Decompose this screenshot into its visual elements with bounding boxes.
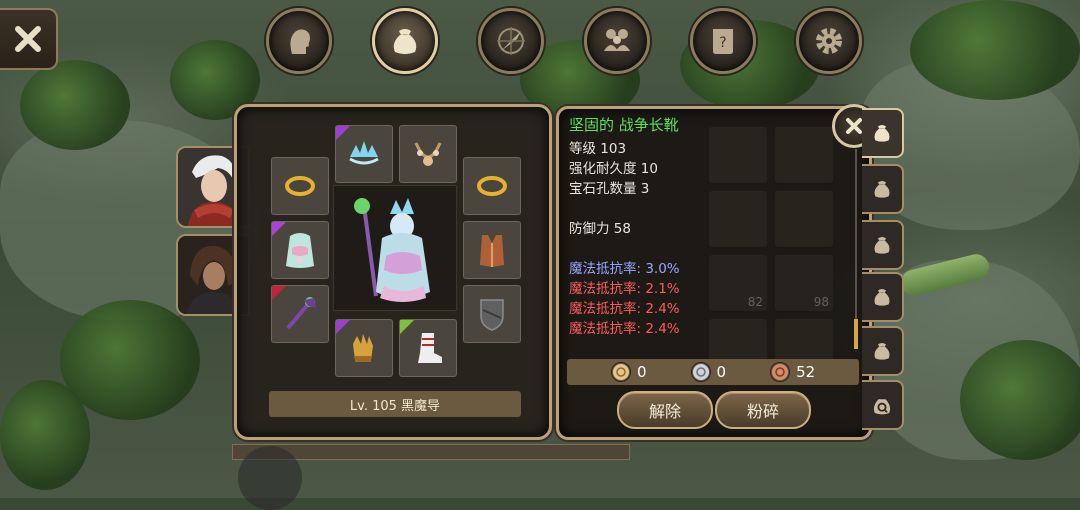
scroll-icon: ? — [713, 29, 733, 54]
ring-icon — [477, 176, 507, 196]
stat-line-red: 魔法抵抗率: 2.1% — [569, 281, 680, 297]
stat-line: 强化耐久度 10 — [569, 161, 658, 177]
staff-icon — [286, 297, 316, 330]
character-level-label: Lv. 105 黑魔导 — [269, 391, 521, 417]
item-name: 坚固的 战争长靴 — [569, 116, 679, 134]
equip-slot-boots[interactable] — [399, 319, 457, 377]
equipment-panel: Lv. 105 黑魔导 — [234, 104, 552, 440]
tab-inventory[interactable] — [372, 8, 438, 74]
tab-party[interactable] — [584, 8, 650, 74]
equip-slot-amulet[interactable] — [399, 125, 457, 183]
tiara-icon — [349, 141, 379, 165]
virtual-joystick[interactable] — [238, 446, 302, 510]
stat-line-red: 魔法抵抗率: 2.4% — [569, 321, 680, 337]
svg-text:?: ? — [719, 35, 726, 51]
gold-coin-icon — [611, 362, 631, 382]
equip-slot-necklace[interactable] — [335, 125, 393, 183]
inventory-search-tab[interactable] — [862, 380, 904, 430]
close-icon — [846, 118, 862, 134]
gloves-icon — [353, 334, 373, 362]
people-icon — [604, 29, 630, 51]
equip-slot-cape[interactable] — [463, 221, 521, 279]
gear-icon — [816, 28, 842, 54]
bag-icon — [874, 237, 890, 254]
head-icon — [290, 29, 310, 54]
boots-icon — [418, 333, 442, 363]
stat-line-blue: 魔法抵抗率: 3.0% — [569, 261, 680, 277]
inventory-tab-4[interactable] — [862, 272, 904, 322]
stat-line: 等级 103 — [569, 141, 627, 157]
equip-slot-armor[interactable] — [271, 221, 329, 279]
bronze-coin-icon — [770, 362, 791, 382]
tab-skills[interactable] — [478, 8, 544, 74]
bronze-amount: 52 — [796, 363, 816, 381]
tab-quests[interactable]: ? — [690, 8, 756, 74]
bag-icon — [874, 343, 890, 360]
stat-line: 宝石孔数量 3 — [569, 181, 650, 197]
unequip-button[interactable]: 解除 — [617, 391, 713, 429]
gold-amount: 0 — [637, 363, 647, 381]
equip-slot-weapon[interactable] — [271, 285, 329, 343]
robe-icon — [286, 233, 314, 268]
equip-slot-ring-right[interactable] — [463, 157, 521, 215]
necklace-icon — [414, 142, 442, 166]
ring-icon — [285, 176, 315, 196]
silver-coin-icon — [690, 362, 711, 382]
shatter-button[interactable]: 粉碎 — [715, 391, 811, 429]
equip-slot-gloves[interactable] — [335, 319, 393, 377]
bag-icon — [874, 181, 890, 198]
scrollbar-thumb[interactable] — [854, 319, 858, 349]
silver-amount: 0 — [716, 363, 727, 381]
vest-icon — [480, 235, 504, 267]
stat-line: 防御力 58 — [569, 221, 631, 237]
compass-blade-icon — [497, 27, 525, 55]
item-detail-panel: 82 98 坚固的 战争长靴 等级 103 强化耐久度 10 宝石孔数量 3 防… — [556, 106, 872, 440]
tab-settings[interactable] — [796, 8, 862, 74]
item-tooltip: 坚固的 战争长靴 等级 103 强化耐久度 10 宝石孔数量 3 防御力 58 … — [569, 115, 839, 339]
inventory-tab-5[interactable] — [862, 326, 904, 376]
equip-slot-ring-left[interactable] — [271, 157, 329, 215]
mage-figure-icon — [354, 198, 430, 302]
inventory-tab-1[interactable] — [862, 108, 904, 158]
character-preview — [333, 185, 457, 311]
inventory-tab-3[interactable] — [862, 220, 904, 270]
shield-icon — [480, 299, 504, 331]
inventory-tab-2[interactable] — [862, 164, 904, 214]
equip-slot-shield[interactable] — [463, 285, 521, 343]
tab-character[interactable] — [266, 8, 332, 74]
search-bag-icon — [873, 399, 891, 415]
bag-icon — [874, 289, 890, 306]
bag-icon — [874, 125, 890, 142]
close-button[interactable] — [0, 8, 58, 70]
currency-bar: 0 0 52 — [567, 359, 859, 385]
close-icon — [15, 26, 41, 52]
stat-line-red: 魔法抵抗率: 2.4% — [569, 301, 680, 317]
bag-icon — [393, 29, 417, 54]
